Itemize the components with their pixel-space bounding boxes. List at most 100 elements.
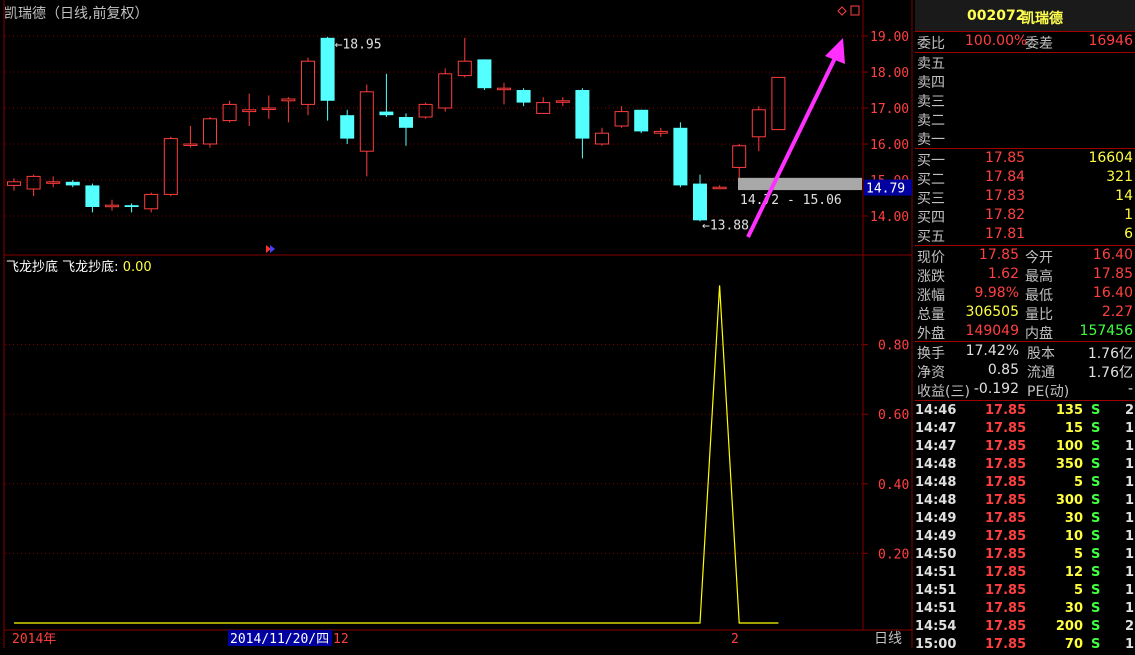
trade-tick-row: 14:48 17.85 350 S 1: [915, 457, 1135, 475]
tick-count: 1: [1125, 511, 1135, 526]
tick-side: S: [1091, 619, 1101, 634]
stat-value: 149049: [965, 323, 1019, 339]
tick-volume: 15: [1064, 421, 1083, 436]
stock-terminal-window: 19.0018.0017.0016.0015.0014.000.800.600.…: [0, 0, 1135, 652]
bid-price: 17.83: [985, 188, 1026, 204]
indicator-tick-label: 0.20: [878, 547, 909, 562]
ask-label: 卖三: [917, 94, 945, 110]
candle-body: [222, 103, 237, 122]
tick-price: 17.85: [985, 511, 1027, 526]
candle-body: [693, 183, 707, 221]
tick-side: S: [1091, 637, 1101, 652]
price-tick-label: 18.00: [870, 66, 909, 81]
stat-value: 17.85: [1092, 266, 1133, 282]
bid-row[interactable]: 买五 17.81 6: [915, 226, 1135, 245]
stat-label: 今开: [1025, 250, 1053, 266]
ask-row[interactable]: 卖四: [915, 72, 1135, 91]
trade-tick-row: 14:51 17.85 12 S 1: [915, 565, 1135, 583]
panel-separator: [915, 341, 1135, 342]
quote-stat-row: 现价 17.85 今开 16.40: [915, 247, 1135, 266]
stat-label: 最低: [1025, 288, 1053, 304]
tick-volume: 135: [1055, 403, 1083, 418]
candle-body: [124, 205, 139, 207]
stat-value: 306505: [965, 304, 1019, 320]
candle-body: [399, 117, 413, 128]
candle-body: [712, 186, 727, 190]
tick-count: 1: [1125, 421, 1135, 436]
fundamental-value: -0.192: [973, 381, 1019, 397]
tick-count: 1: [1125, 547, 1135, 562]
bid-label: 买二: [917, 172, 945, 188]
tick-price: 17.85: [985, 619, 1027, 634]
stat-label: 最高: [1025, 269, 1053, 285]
quote-stat-row: 涨幅 9.98% 最低 16.40: [915, 285, 1135, 304]
candle-body: [771, 76, 786, 131]
candle-body: [497, 87, 511, 91]
tick-time: 14:47: [915, 439, 957, 454]
bid-label: 买四: [917, 210, 945, 226]
tick-side: S: [1091, 421, 1101, 436]
weibi-row[interactable]: 委比 100.00% 委差 16946: [915, 33, 1135, 52]
fundamental-value: 1.76亿: [1087, 346, 1133, 362]
candle-body: [536, 102, 551, 114]
ask-row[interactable]: 卖三: [915, 91, 1135, 110]
candle-body: [261, 107, 276, 110]
price-chart[interactable]: 19.0018.0017.0016.0015.0014.000.800.600.…: [0, 0, 915, 648]
fundamental-row: 换手 17.42% 股本 1.76亿: [915, 343, 1135, 362]
ask-row[interactable]: 卖五: [915, 53, 1135, 72]
fundamental-label: 股本: [1027, 346, 1055, 362]
bid-price: 17.84: [985, 169, 1026, 185]
period-label: 日线: [874, 631, 902, 647]
candle-body: [85, 185, 100, 207]
fundamental-value: 0.85: [987, 362, 1019, 378]
stat-value: 1.62: [987, 266, 1019, 282]
tick-price: 17.85: [985, 421, 1027, 436]
tick-side: S: [1091, 529, 1101, 544]
tick-time: 14:47: [915, 421, 957, 436]
window-restore-icon: [850, 5, 860, 16]
tick-time: 14:48: [915, 493, 957, 508]
candle-body: [203, 118, 217, 145]
trade-tick-row: 14:51 17.85 5 S 1: [915, 583, 1135, 601]
fundamental-label: PE(动): [1027, 384, 1070, 400]
tick-count: 2: [1125, 619, 1135, 634]
tick-side: S: [1091, 601, 1101, 616]
stat-label: 涨幅: [917, 288, 945, 304]
quote-stat-row: 总量 306505 量比 2.27: [915, 304, 1135, 323]
bid-volume: 321: [1106, 169, 1133, 185]
ask-row[interactable]: 卖一: [915, 129, 1135, 148]
tick-time: 14:49: [915, 511, 957, 526]
bid-row[interactable]: 买一 17.85 16604: [915, 150, 1135, 169]
candle-body: [26, 175, 41, 190]
stat-label: 现价: [917, 250, 945, 266]
fundamental-row: 收益(三) -0.192 PE(动) -: [915, 381, 1135, 400]
ask-row[interactable]: 卖二: [915, 110, 1135, 129]
price-range-label: 14.72 - 15.06: [740, 193, 842, 208]
candle-body: [595, 132, 609, 145]
tick-count: 1: [1125, 493, 1135, 508]
stat-label: 量比: [1025, 307, 1053, 323]
candle-body: [340, 115, 355, 139]
candle-body: [555, 100, 570, 103]
tick-time: 14:51: [915, 601, 957, 616]
tick-count: 1: [1125, 565, 1135, 580]
tick-time: 14:51: [915, 565, 957, 580]
tick-time: 14:54: [915, 619, 957, 634]
bid-volume: 1: [1124, 207, 1133, 223]
period-marker-icon: [270, 245, 275, 253]
tick-volume: 5: [1073, 547, 1083, 562]
candle-body: [457, 60, 472, 77]
stock-header[interactable]: 002072 凯瑞德: [915, 0, 1135, 31]
trade-tick-row: 14:50 17.85 5 S 1: [915, 547, 1135, 565]
tick-count: 1: [1125, 637, 1135, 652]
bid-volume: 6: [1124, 226, 1133, 242]
candle-body: [732, 145, 747, 168]
bid-row[interactable]: 买二 17.84 321: [915, 169, 1135, 188]
indicator-value: 0.00: [122, 260, 152, 275]
bid-row[interactable]: 买三 17.83 14: [915, 188, 1135, 207]
price-tick-label: 19.00: [870, 30, 909, 45]
fundamental-value: 17.42%: [965, 343, 1019, 359]
bid-row[interactable]: 买四 17.82 1: [915, 207, 1135, 226]
fundamental-value: 1.76亿: [1087, 365, 1133, 381]
chart-title: 凯瑞德（日线,前复权）: [4, 6, 149, 22]
